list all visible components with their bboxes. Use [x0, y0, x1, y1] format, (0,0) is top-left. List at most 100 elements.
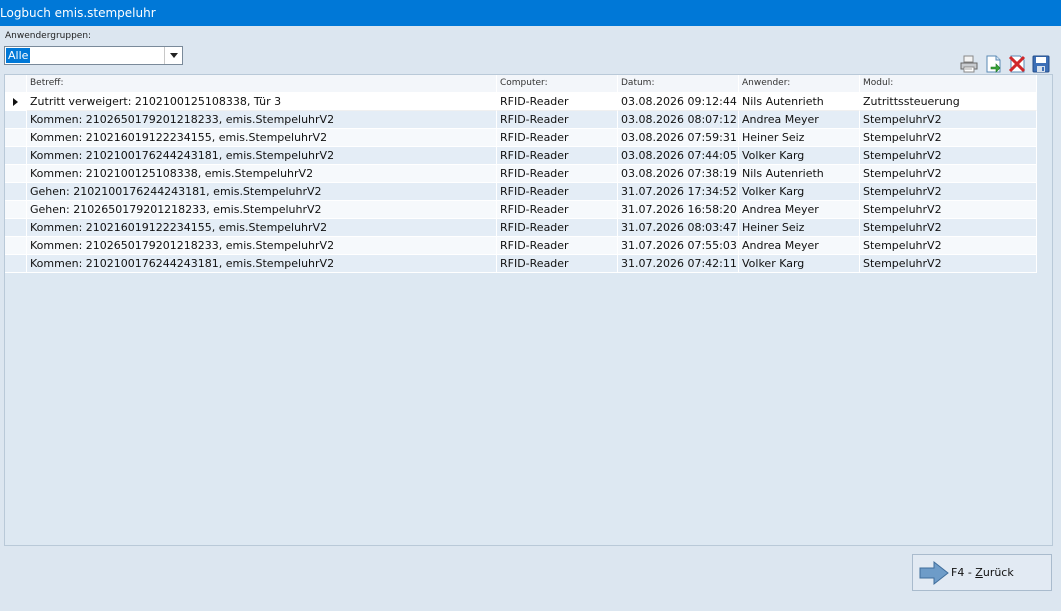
- back-button[interactable]: F4 - Zurück: [912, 554, 1052, 591]
- cell-date: 31.07.2026 07:55:03: [618, 237, 739, 255]
- delete-button[interactable]: [1007, 54, 1027, 74]
- user-group-selected-value: Alle: [6, 48, 31, 63]
- cell-module: StempeluhrV2: [860, 183, 1037, 201]
- cell-module: StempeluhrV2: [860, 165, 1037, 183]
- row-indicator: [5, 237, 27, 255]
- cell-computer: RFID-Reader: [497, 93, 618, 111]
- cell-subject: Kommen: 210216019122234155, emis.Stempel…: [27, 129, 497, 147]
- table-row[interactable]: Kommen: 2102100176244243181, emis.Stempe…: [5, 147, 1037, 165]
- row-indicator: [5, 129, 27, 147]
- cell-user: Heiner Seiz: [739, 129, 860, 147]
- save-button[interactable]: [1031, 54, 1051, 74]
- cell-module: StempeluhrV2: [860, 147, 1037, 165]
- row-indicator: [5, 147, 27, 165]
- cell-user: Andrea Meyer: [739, 201, 860, 219]
- cell-module: StempeluhrV2: [860, 237, 1037, 255]
- title-bar: Logbuch emis.stempeluhr: [0, 0, 1061, 26]
- delete-icon: [1008, 55, 1026, 73]
- column-header-computer[interactable]: Computer:: [497, 75, 618, 93]
- cell-subject: Kommen: 210216019122234155, emis.Stempel…: [27, 219, 497, 237]
- row-indicator: [5, 219, 27, 237]
- cell-subject: Kommen: 2102100125108338, emis.Stempeluh…: [27, 165, 497, 183]
- window-title: Logbuch emis.stempeluhr: [0, 6, 156, 20]
- user-group-select[interactable]: Alle: [4, 46, 183, 65]
- cell-module: StempeluhrV2: [860, 201, 1037, 219]
- log-table[interactable]: Betreff: Computer: Datum: Anwender: Modu…: [4, 74, 1053, 546]
- cell-module: StempeluhrV2: [860, 129, 1037, 147]
- cell-subject: Kommen: 2102100176244243181, emis.Stempe…: [27, 147, 497, 165]
- cell-computer: RFID-Reader: [497, 111, 618, 129]
- export-icon: [986, 55, 1001, 73]
- cell-module: StempeluhrV2: [860, 255, 1037, 273]
- cell-computer: RFID-Reader: [497, 237, 618, 255]
- table-row[interactable]: Kommen: 210216019122234155, emis.Stempel…: [5, 219, 1037, 237]
- cell-module: Zutrittssteuerung: [860, 93, 1037, 111]
- cell-user: Andrea Meyer: [739, 237, 860, 255]
- cell-user: Volker Karg: [739, 255, 860, 273]
- column-header-subject[interactable]: Betreff:: [27, 75, 497, 93]
- cell-subject: Zutritt verweigert: 2102100125108338, Tü…: [27, 93, 497, 111]
- row-indicator-header: [5, 75, 27, 93]
- cell-user: Andrea Meyer: [739, 111, 860, 129]
- printer-icon: [960, 55, 978, 73]
- cell-user: Heiner Seiz: [739, 219, 860, 237]
- cell-date: 31.07.2026 16:58:20: [618, 201, 739, 219]
- user-group-label: Anwendergruppen:: [5, 31, 92, 41]
- back-button-label: F4 - Zurück: [951, 566, 1014, 579]
- cell-date: 03.08.2026 07:59:31: [618, 129, 739, 147]
- cell-computer: RFID-Reader: [497, 183, 618, 201]
- row-indicator: [5, 111, 27, 129]
- row-indicator: [5, 201, 27, 219]
- row-indicator: [5, 165, 27, 183]
- dropdown-button[interactable]: [164, 47, 182, 64]
- row-indicator: [5, 255, 27, 273]
- cell-user: Volker Karg: [739, 183, 860, 201]
- cell-subject: Kommen: 2102100176244243181, emis.Stempe…: [27, 255, 497, 273]
- cell-subject: Gehen: 2102650179201218233, emis.Stempel…: [27, 201, 497, 219]
- chevron-down-icon: [170, 53, 178, 58]
- cell-computer: RFID-Reader: [497, 165, 618, 183]
- cell-date: 31.07.2026 08:03:47: [618, 219, 739, 237]
- cell-user: Volker Karg: [739, 147, 860, 165]
- cell-module: StempeluhrV2: [860, 111, 1037, 129]
- column-header-module[interactable]: Modul:: [860, 75, 1037, 93]
- cell-date: 03.08.2026 07:38:19: [618, 165, 739, 183]
- table-header: Betreff: Computer: Datum: Anwender: Modu…: [5, 75, 1037, 93]
- cell-computer: RFID-Reader: [497, 255, 618, 273]
- print-button[interactable]: [959, 54, 979, 74]
- cell-date: 03.08.2026 07:44:05: [618, 147, 739, 165]
- table-row[interactable]: Zutritt verweigert: 2102100125108338, Tü…: [5, 93, 1037, 111]
- cell-subject: Gehen: 2102100176244243181, emis.Stempel…: [27, 183, 497, 201]
- cell-subject: Kommen: 2102650179201218233, emis.Stempe…: [27, 111, 497, 129]
- table-row[interactable]: Kommen: 2102650179201218233, emis.Stempe…: [5, 111, 1037, 129]
- current-row-icon: [13, 98, 18, 106]
- cell-computer: RFID-Reader: [497, 129, 618, 147]
- export-button[interactable]: [983, 54, 1003, 74]
- cell-date: 03.08.2026 09:12:44: [618, 93, 739, 111]
- back-label-rest: urück: [982, 566, 1014, 579]
- cell-computer: RFID-Reader: [497, 147, 618, 165]
- cell-user: Nils Autenrieth: [739, 165, 860, 183]
- back-label-hotkey: Z: [975, 566, 983, 579]
- cell-user: Nils Autenrieth: [739, 93, 860, 111]
- table-row[interactable]: Gehen: 2102100176244243181, emis.Stempel…: [5, 183, 1037, 201]
- row-indicator: [5, 93, 27, 111]
- table-row[interactable]: Kommen: 2102100125108338, emis.Stempeluh…: [5, 165, 1037, 183]
- cell-date: 31.07.2026 17:34:52: [618, 183, 739, 201]
- save-icon: [1032, 55, 1050, 73]
- back-label-prefix: F4 -: [951, 566, 976, 579]
- cell-date: 03.08.2026 08:07:12: [618, 111, 739, 129]
- row-indicator: [5, 183, 27, 201]
- column-header-date[interactable]: Datum:: [618, 75, 739, 93]
- table-row[interactable]: Gehen: 2102650179201218233, emis.Stempel…: [5, 201, 1037, 219]
- arrow-right-icon: [919, 560, 949, 586]
- table-row[interactable]: Kommen: 210216019122234155, emis.Stempel…: [5, 129, 1037, 147]
- cell-computer: RFID-Reader: [497, 219, 618, 237]
- cell-computer: RFID-Reader: [497, 201, 618, 219]
- table-row[interactable]: Kommen: 2102650179201218233, emis.Stempe…: [5, 237, 1037, 255]
- table-row[interactable]: Kommen: 2102100176244243181, emis.Stempe…: [5, 255, 1037, 273]
- column-header-user[interactable]: Anwender:: [739, 75, 860, 93]
- cell-date: 31.07.2026 07:42:11: [618, 255, 739, 273]
- cell-subject: Kommen: 2102650179201218233, emis.Stempe…: [27, 237, 497, 255]
- cell-module: StempeluhrV2: [860, 219, 1037, 237]
